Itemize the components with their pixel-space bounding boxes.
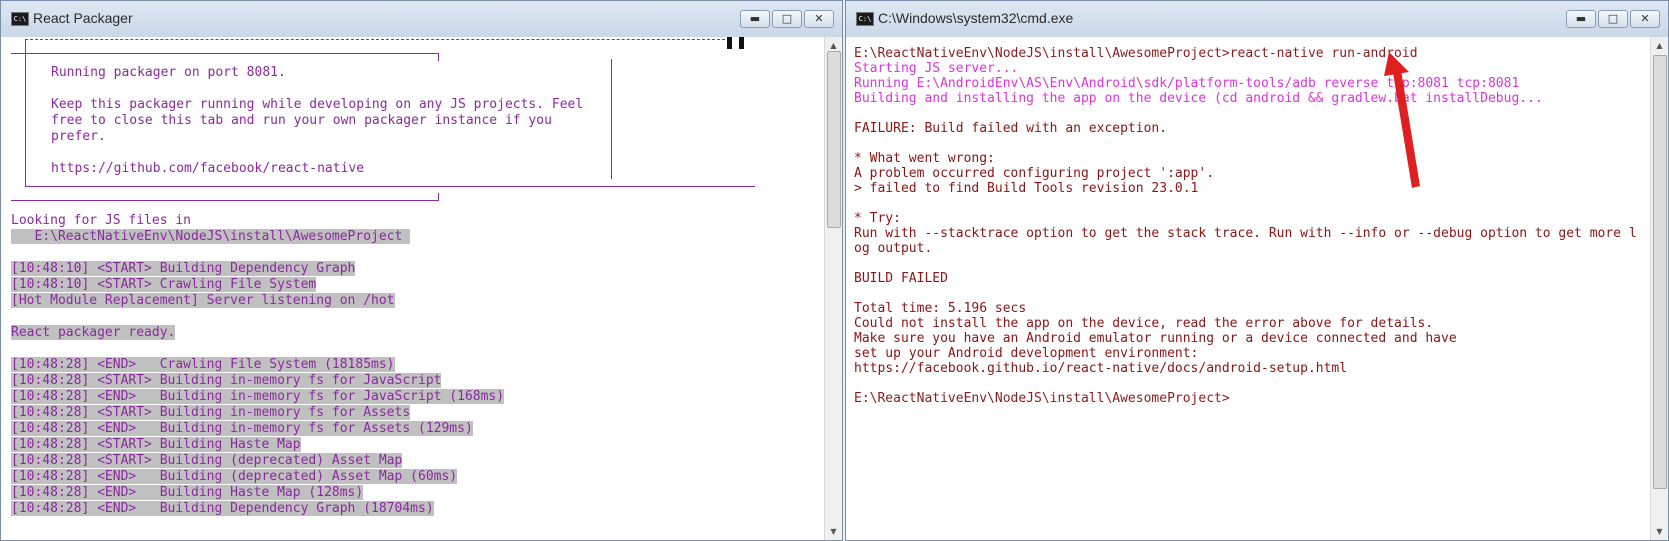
minimize-icon: ▬ [749,12,761,25]
banner-top-border [25,39,730,40]
cmd-line: A problem occurred configuring project '… [854,166,1215,181]
banner-line: free to close this tab and run your own … [51,113,552,128]
banner-rule [11,53,439,54]
banner-right-border [611,59,612,179]
cmd-line: Building and installing the app on the d… [854,91,1543,106]
cmd-line: Could not install the app on the device,… [854,316,1434,331]
log-line-text: [10:48:28] <END> Building (deprecated) A… [11,469,458,484]
react-packager-title: React Packager [33,10,133,26]
minimize-button[interactable]: ▬ [740,10,770,28]
cmd-line: FAILURE: Build failed with an exception. [854,121,1168,136]
cmd-line: Running E:\AndroidEnv\AS\Env\Android\sdk… [854,76,1520,91]
banner-line: Running packager on port 8081. [51,65,286,80]
log-line: [10:48:28] <START> Building in-memory fs… [11,373,442,389]
cmd-window: C:\ C:\Windows\system32\cmd.exe ▬ □ ✕ E:\R… [845,0,1669,541]
cmd-line: * What went wrong: [854,151,995,166]
log-line: [10:48:28] <END> Building (deprecated) A… [11,469,458,485]
log-line: [10:48:28] <END> Building in-memory fs f… [11,421,473,437]
close-icon: ✕ [1640,12,1650,25]
log-line-text: [10:48:28] <START> Building in-memory fs… [11,405,411,420]
log-line-text: [10:48:28] <START> Building (deprecated)… [11,453,403,468]
cmd-line: https://facebook.github.io/react-native/… [854,361,1348,376]
log-line-text: [10:48:10] <START> Crawling File System [11,277,317,292]
cmd-titlebar[interactable]: C:\ C:\Windows\system32\cmd.exe ▬ □ ✕ [846,1,1668,38]
banner-bottom-tick [438,193,439,201]
log-line: React packager ready. [11,325,176,341]
packager-console-output[interactable]: Running packager on port 8081. Keep this … [1,37,825,540]
cmd-scrollbar[interactable]: ▲ ▼ [1650,37,1668,540]
log-line: E:\ReactNativeEnv\NodeJS\install\Awesome… [11,229,411,245]
log-line: [10:48:28] <START> Building in-memory fs… [11,405,411,421]
cmd-line: Make sure you have an Android emulator r… [854,331,1457,346]
cmd-console-output[interactable]: E:\ReactNativeEnv\NodeJS\install\Awesome… [846,37,1651,540]
close-button[interactable]: ✕ [1630,10,1660,28]
cmd-line: set up your Android development environm… [854,346,1199,361]
log-line-text: [10:48:28] <END> Building in-memory fs f… [11,421,473,436]
cmd-line: * Try: [854,211,901,226]
minimize-button[interactable]: ▬ [1566,10,1596,28]
cursor-block-icon [727,37,732,49]
log-line: [10:48:28] <END> Building Dependency Gra… [11,501,434,517]
maximize-icon: □ [1607,12,1619,25]
log-line-text: [Hot Module Replacement] Server listenin… [11,293,395,308]
log-line-text: [10:48:28] <END> Building Dependency Gra… [11,501,434,516]
react-packager-titlebar[interactable]: C:\ React Packager ▬ □ ✕ [1,1,842,38]
cmd-line: E:\ReactNativeEnv\NodeJS\install\Awesome… [854,391,1230,406]
banner-line: https://github.com/facebook/react-native [51,161,365,176]
react-packager-window: C:\ React Packager ▬ □ ✕ Running packager … [0,0,843,541]
scroll-down-icon[interactable]: ▼ [825,523,842,540]
log-line-text: [10:48:28] <END> Building in-memory fs f… [11,389,505,404]
scroll-down-icon[interactable]: ▼ [1651,523,1668,540]
banner-line: prefer. [51,129,106,144]
banner-line: Keep this packager running while develop… [51,97,584,112]
cmd-line: BUILD FAILED [854,271,948,286]
cmd-line: Starting JS server... [854,61,1019,76]
log-line: [10:48:28] <END> Building in-memory fs f… [11,389,505,405]
log-line-text: [10:48:10] <START> Building Dependency G… [11,261,356,276]
maximize-button[interactable]: □ [1598,10,1628,28]
log-line-text: Looking for JS files in [11,213,192,228]
banner-left-border [25,39,26,187]
log-line: Looking for JS files in [11,213,191,229]
cmd-line: Total time: 5.196 secs [854,301,1027,316]
cmd-line: og output. [854,241,933,256]
log-line: [10:48:28] <START> Building Haste Map [11,437,301,453]
banner-rule-tick [438,53,439,61]
log-line: [10:48:28] <END> Crawling File System (1… [11,357,395,373]
log-line: [10:48:28] <START> Building (deprecated)… [11,453,403,469]
scrollbar-thumb[interactable] [1653,55,1667,489]
console-app-icon: C:\ [11,12,29,26]
cmd-title: C:\Windows\system32\cmd.exe [878,10,1074,26]
log-line: [10:48:28] <END> Building Haste Map (128… [11,485,364,501]
log-line: [Hot Module Replacement] Server listenin… [11,293,395,309]
console-app-icon: C:\ [856,12,874,26]
packager-scrollbar[interactable]: ▲ ▼ [824,37,842,540]
minimize-icon: ▬ [1575,12,1587,25]
scrollbar-thumb[interactable] [827,51,841,228]
log-line-text: React packager ready. [11,325,176,340]
cmd-line: > failed to find Build Tools revision 23… [854,181,1199,196]
log-line: [10:48:10] <START> Building Dependency G… [11,261,356,277]
close-icon: ✕ [814,12,824,25]
maximize-icon: □ [781,12,793,25]
maximize-button[interactable]: □ [772,10,802,28]
banner-bottom-border [25,186,755,187]
banner-bottom-rule [11,200,439,201]
log-line-text: [10:48:28] <START> Building Haste Map [11,437,301,452]
log-line: [10:48:10] <START> Crawling File System [11,277,317,293]
cmd-line: E:\ReactNativeEnv\NodeJS\install\Awesome… [854,46,1418,61]
log-line-text: [10:48:28] <END> Crawling File System (1… [11,357,395,372]
log-line-text: E:\ReactNativeEnv\NodeJS\install\Awesome… [11,229,411,244]
scroll-up-icon[interactable]: ▲ [1651,37,1668,54]
cursor-block-icon [739,37,744,49]
log-line-text: [10:48:28] <START> Building in-memory fs… [11,373,442,388]
log-line-text: [10:48:28] <END> Building Haste Map (128… [11,485,364,500]
close-button[interactable]: ✕ [804,10,834,28]
cmd-line: Run with --stacktrace option to get the … [854,226,1637,241]
